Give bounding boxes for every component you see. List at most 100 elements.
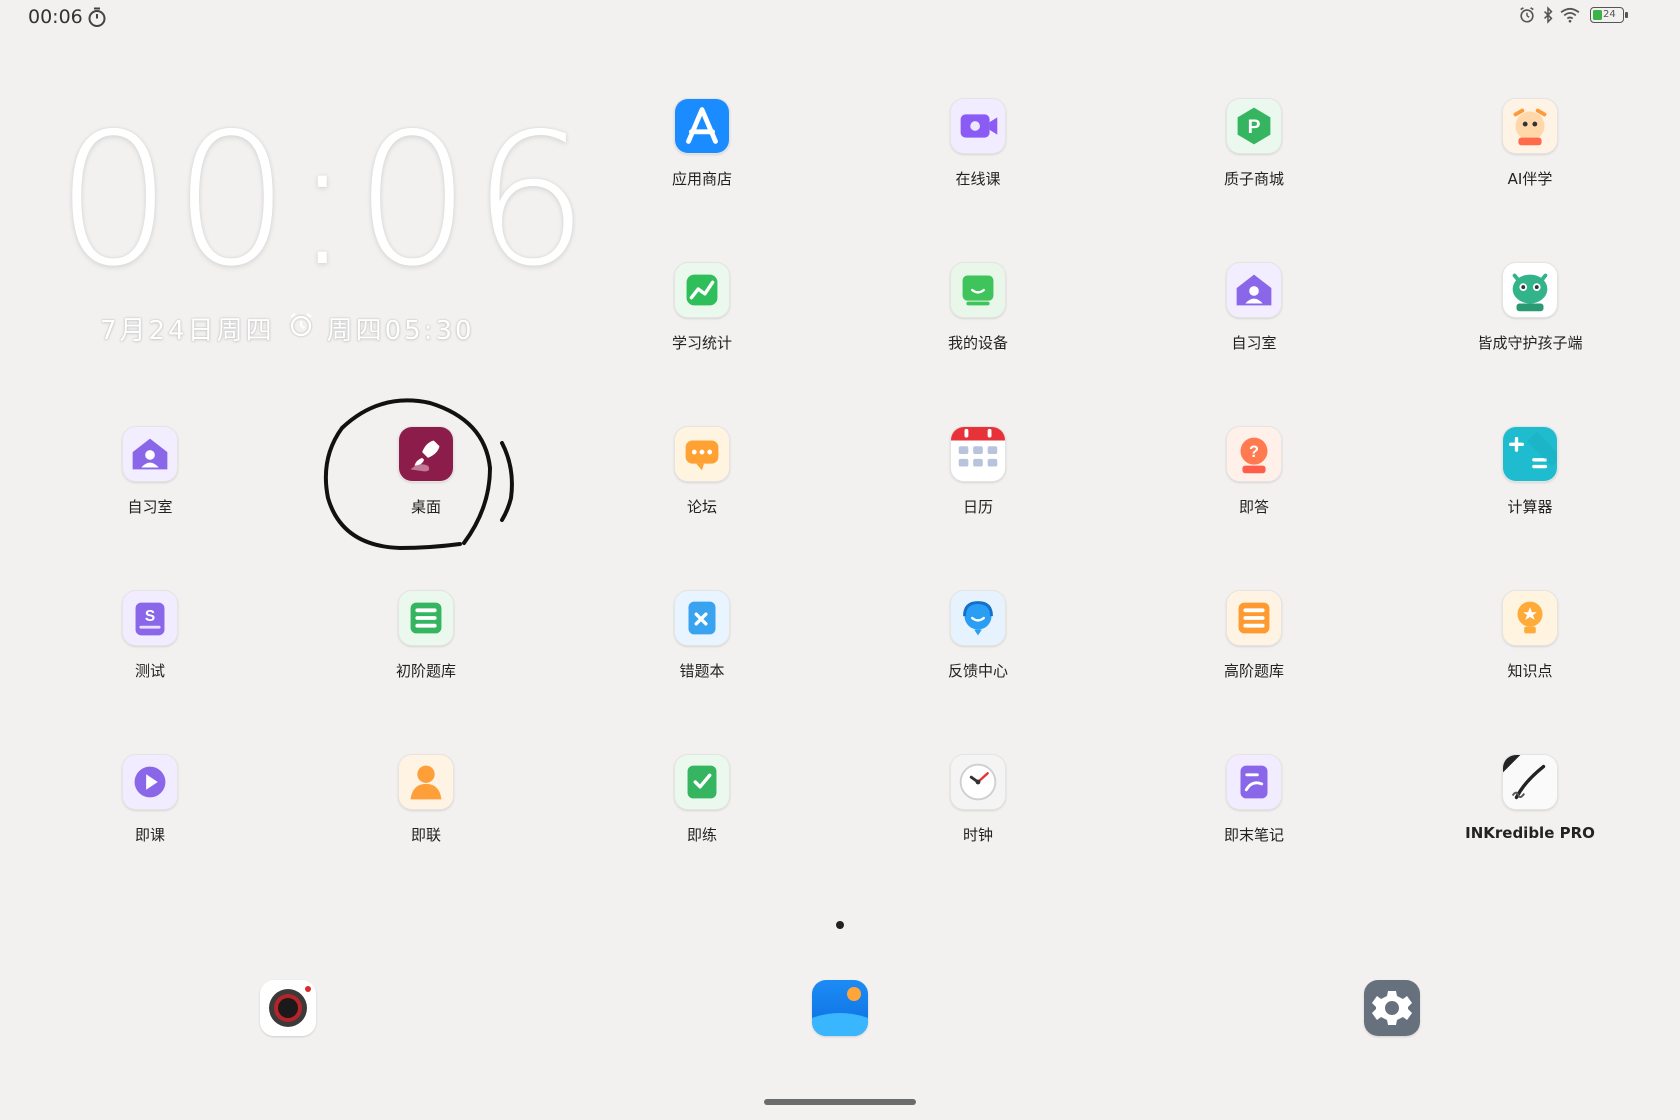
notes-icon[interactable]: [1226, 754, 1282, 810]
app-tile[interactable]: 知识点: [1450, 590, 1610, 700]
settings-icon[interactable]: [1364, 980, 1420, 1036]
app-store-icon[interactable]: [674, 98, 730, 154]
app-tile[interactable]: 日历: [898, 426, 1058, 536]
app-label: 错题本: [679, 662, 725, 680]
svg-text:P: P: [1248, 117, 1261, 138]
app-label: 日历: [962, 498, 993, 516]
app-tile[interactable]: INKredible PRO: [1450, 754, 1610, 864]
timer-icon: [87, 6, 107, 28]
inkredible-pro-icon[interactable]: [1502, 754, 1558, 810]
app-tile[interactable]: S 测试: [70, 590, 230, 700]
desktop-launcher-icon[interactable]: [398, 426, 454, 482]
app-tile[interactable]: 计算器: [1450, 426, 1610, 536]
app-tile[interactable]: 初阶题库: [346, 590, 506, 700]
svg-text:?: ?: [1249, 443, 1259, 461]
camera-icon[interactable]: [260, 980, 316, 1036]
calendar-icon[interactable]: [950, 426, 1006, 482]
instant-contact-icon[interactable]: [398, 754, 454, 810]
app-label: 论坛: [686, 498, 717, 516]
ai-companion-icon[interactable]: [1502, 98, 1558, 154]
app-tile[interactable]: 反馈中心: [898, 590, 1058, 700]
page-indicator-dot: [836, 921, 844, 929]
proton-mall-icon[interactable]: P: [1226, 98, 1282, 154]
my-device-icon[interactable]: [950, 262, 1006, 318]
app-label: 桌面: [410, 498, 441, 516]
app-tile[interactable]: 应用商店: [622, 98, 782, 208]
bluetooth-icon: [1542, 6, 1554, 24]
app-label: AI伴学: [1507, 170, 1553, 188]
study-room-icon[interactable]: [1226, 262, 1282, 318]
calculator-icon[interactable]: [1502, 426, 1558, 482]
app-tile[interactable]: 高阶题库: [1174, 590, 1334, 700]
app-label: 自习室: [1231, 334, 1277, 352]
home-indicator-bar[interactable]: [764, 1099, 916, 1105]
home-screen: 00:06 24 00:06 7月24日周四 周四05:30 应用商店 在线课 …: [0, 0, 1680, 1120]
alarm-icon: [1518, 6, 1536, 24]
app-label: 初阶题库: [395, 662, 456, 680]
app-label: 应用商店: [671, 170, 732, 188]
app-tile[interactable]: 我的设备: [898, 262, 1058, 372]
app-label: 即答: [1238, 498, 1269, 516]
app-tile[interactable]: 即练: [622, 754, 782, 864]
app-label: 计算器: [1507, 498, 1553, 516]
clock-widget[interactable]: 00:06 7月24日周四 周四05:30: [0, 94, 591, 360]
app-label: 皆成守护孩子端: [1477, 334, 1583, 352]
app-tile[interactable]: ? 即答: [1174, 426, 1334, 536]
app-tile[interactable]: 桌面: [346, 426, 506, 536]
app-tile[interactable]: 自习室: [1174, 262, 1334, 372]
app-label: 即联: [410, 826, 441, 844]
status-time: 00:06: [28, 6, 83, 28]
instant-answer-icon[interactable]: ?: [1226, 426, 1282, 482]
guardian-child-icon[interactable]: [1502, 262, 1558, 318]
app-label: 质子商城: [1223, 170, 1284, 188]
app-tile[interactable]: 自习室: [70, 426, 230, 536]
app-tile[interactable]: 在线课: [898, 98, 1058, 208]
app-label: 即末笔记: [1223, 826, 1284, 844]
app-label: 时钟: [962, 826, 993, 844]
basic-question-bank-icon[interactable]: [398, 590, 454, 646]
app-label: 知识点: [1507, 662, 1553, 680]
battery-level: 24: [1603, 9, 1616, 20]
app-label: 即课: [134, 826, 165, 844]
status-bar: 00:06 24: [0, 0, 1680, 36]
wifi-icon: [1560, 7, 1580, 23]
test-icon[interactable]: S: [122, 590, 178, 646]
feedback-center-icon[interactable]: [950, 590, 1006, 646]
instant-practice-icon[interactable]: [674, 754, 730, 810]
alarm-icon: [287, 311, 315, 346]
app-label: 学习统计: [671, 334, 732, 352]
app-label: 我的设备: [947, 334, 1008, 352]
app-label: 测试: [134, 662, 165, 680]
online-class-icon[interactable]: [950, 98, 1006, 154]
app-label: INKredible PRO: [1465, 824, 1595, 842]
app-label: 高阶题库: [1223, 662, 1284, 680]
app-tile[interactable]: 皆成守护孩子端: [1450, 262, 1610, 372]
forum-icon[interactable]: [674, 426, 730, 482]
study-stats-icon[interactable]: [674, 262, 730, 318]
app-tile[interactable]: 论坛: [622, 426, 782, 536]
study-room-icon[interactable]: [122, 426, 178, 482]
app-tile[interactable]: 即末笔记: [1174, 754, 1334, 864]
knowledge-point-icon[interactable]: [1502, 590, 1558, 646]
gallery-icon[interactable]: [812, 980, 868, 1036]
instant-lesson-icon[interactable]: [122, 754, 178, 810]
app-label: 在线课: [955, 170, 1001, 188]
svg-text:S: S: [145, 608, 155, 625]
app-tile[interactable]: 时钟: [898, 754, 1058, 864]
mistake-book-icon[interactable]: [674, 590, 730, 646]
app-tile[interactable]: 即课: [70, 754, 230, 864]
app-tile[interactable]: P 质子商城: [1174, 98, 1334, 208]
app-tile[interactable]: 即联: [346, 754, 506, 864]
app-tile[interactable]: 学习统计: [622, 262, 782, 372]
big-clock-time: 00:06: [56, 94, 591, 306]
app-label: 即练: [686, 826, 717, 844]
clock-icon[interactable]: [950, 754, 1006, 810]
clock-alarm: 周四05:30: [326, 316, 475, 346]
app-label: 反馈中心: [947, 662, 1008, 680]
battery-icon: 24: [1590, 7, 1628, 23]
app-label: 自习室: [127, 498, 173, 516]
advanced-question-bank-icon[interactable]: [1226, 590, 1282, 646]
app-tile[interactable]: 错题本: [622, 590, 782, 700]
clock-date: 7月24日周四: [100, 316, 275, 346]
app-tile[interactable]: AI伴学: [1450, 98, 1610, 208]
